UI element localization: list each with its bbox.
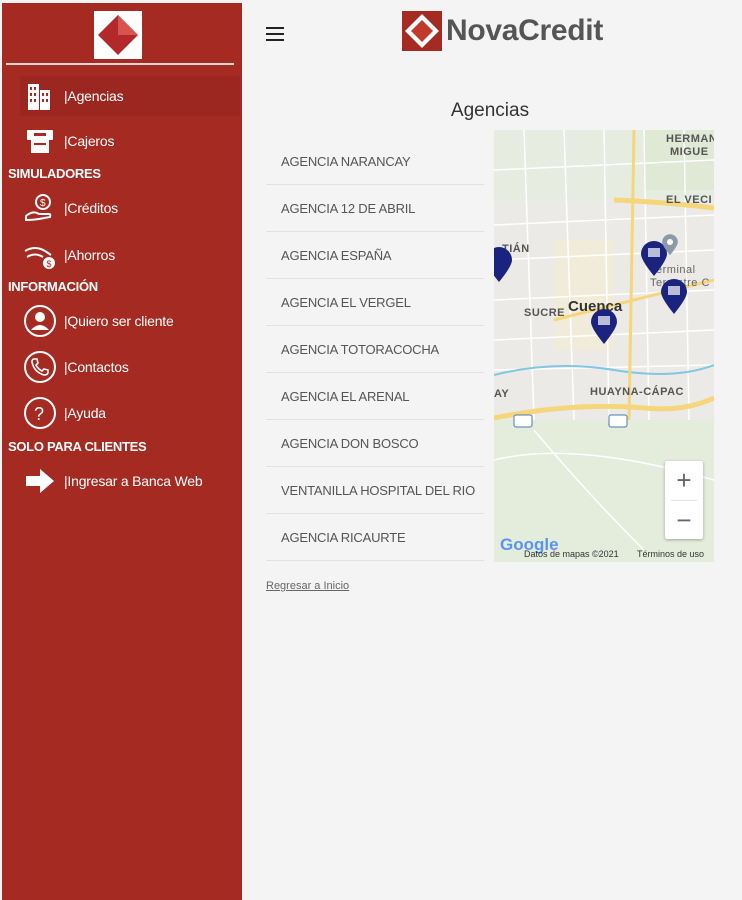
savings-coin-icon: $ — [20, 237, 60, 273]
sidebar-item-label: |Ahorros — [64, 247, 116, 263]
sidebar-item-label: |Cajeros — [64, 133, 115, 149]
sidebar-item-cajeros[interactable]: |Cajeros — [20, 121, 240, 161]
section-heading-informacion: INFORMACIÓN — [8, 279, 98, 294]
phone-icon — [20, 349, 60, 385]
help-icon: ? — [20, 395, 60, 431]
sidebar-divider — [6, 63, 234, 65]
sidebar-item-label: |Créditos — [64, 200, 118, 216]
section-heading-clientes: SOLO PARA CLIENTES — [8, 439, 147, 454]
sidebar-item-label: |Ayuda — [64, 405, 106, 421]
map-label: HERMAN — [666, 133, 714, 145]
agency-pin-icon[interactable] — [589, 308, 619, 346]
section-heading-simuladores: SIMULADORES — [8, 166, 101, 181]
sidebar-item-quiero-ser-cliente[interactable]: |Quiero ser cliente — [20, 301, 240, 341]
map-label: AY — [494, 388, 510, 400]
brand-logo-icon — [94, 11, 142, 59]
list-item[interactable]: AGENCIA ESPAÑA — [266, 232, 484, 279]
map-terms-link[interactable]: Términos de uso — [637, 549, 704, 559]
list-item[interactable]: AGENCIA NARANCAY — [266, 138, 484, 185]
credit-hand-icon: $ — [20, 190, 60, 226]
atm-icon — [20, 123, 60, 159]
list-item[interactable]: AGENCIA EL VERGEL — [266, 279, 484, 326]
agency-pin-icon[interactable] — [659, 278, 689, 316]
zoom-out-button[interactable]: − — [665, 501, 703, 540]
brand: NovaCredit — [402, 11, 603, 51]
agency-list: AGENCIA NARANCAY AGENCIA 12 DE ABRIL AGE… — [266, 138, 484, 561]
user-icon — [20, 303, 60, 339]
list-item[interactable]: AGENCIA TOTORACOCHA — [266, 326, 484, 373]
sidebar-item-label: |Ingresar a Banca Web — [64, 473, 203, 489]
zoom-in-button[interactable]: + — [665, 461, 703, 500]
sidebar-item-label: |Agencias — [64, 88, 124, 104]
map-label: EL VECI — [666, 194, 713, 206]
sidebar-item-ahorros[interactable]: $ |Ahorros — [20, 235, 240, 275]
list-item[interactable]: AGENCIA 12 DE ABRIL — [266, 185, 484, 232]
list-item[interactable]: AGENCIA EL ARENAL — [266, 373, 484, 420]
back-to-home-link[interactable]: Regresar a Inicio — [266, 580, 349, 592]
map-attribution: Datos de mapas ©2021 — [524, 549, 619, 559]
list-item[interactable]: AGENCIA DON BOSCO — [266, 420, 484, 467]
sidebar-item-contactos[interactable]: |Contactos — [20, 347, 240, 387]
sidebar-item-creditos[interactable]: $ |Créditos — [20, 188, 240, 228]
sidebar-item-banca-web[interactable]: |Ingresar a Banca Web — [20, 461, 240, 501]
building-icon — [20, 78, 60, 114]
sidebar-item-agencias[interactable]: |Agencias — [20, 76, 240, 116]
menu-icon[interactable] — [266, 27, 284, 43]
sidebar-item-ayuda[interactable]: ? |Ayuda — [20, 393, 240, 433]
svg-text:$: $ — [47, 259, 52, 269]
map-label: MIGUE — [670, 146, 709, 158]
map-label: HUAYNA-CÁPAC — [590, 386, 685, 398]
arrow-right-icon — [20, 463, 60, 499]
svg-text:$: $ — [40, 198, 46, 209]
map-label: SUCRE — [524, 307, 566, 319]
agency-pin-icon[interactable] — [494, 246, 514, 284]
sidebar-item-label: |Contactos — [64, 359, 129, 375]
brand-logo-icon — [402, 11, 442, 51]
zoom-control: + − — [665, 461, 703, 539]
sidebar-item-label: |Quiero ser cliente — [64, 313, 174, 329]
brand-name: NovaCredit — [446, 14, 604, 47]
page-title: Agencias — [450, 100, 530, 121]
list-item[interactable]: VENTANILLA HOSPITAL DEL RIO — [266, 467, 484, 514]
location-pin-icon — [662, 234, 678, 256]
list-item[interactable]: AGENCIA RICAURTE — [266, 514, 484, 561]
top-header: NovaCredit — [244, 3, 742, 65]
sidebar: |Agencias |Cajeros SIMULADORES $ |Crédit… — [2, 3, 242, 900]
agency-map[interactable]: HERMAN MIGUE EL VECI TIÁN Cuenca SUCRE H… — [494, 130, 714, 562]
svg-text:?: ? — [34, 404, 44, 424]
